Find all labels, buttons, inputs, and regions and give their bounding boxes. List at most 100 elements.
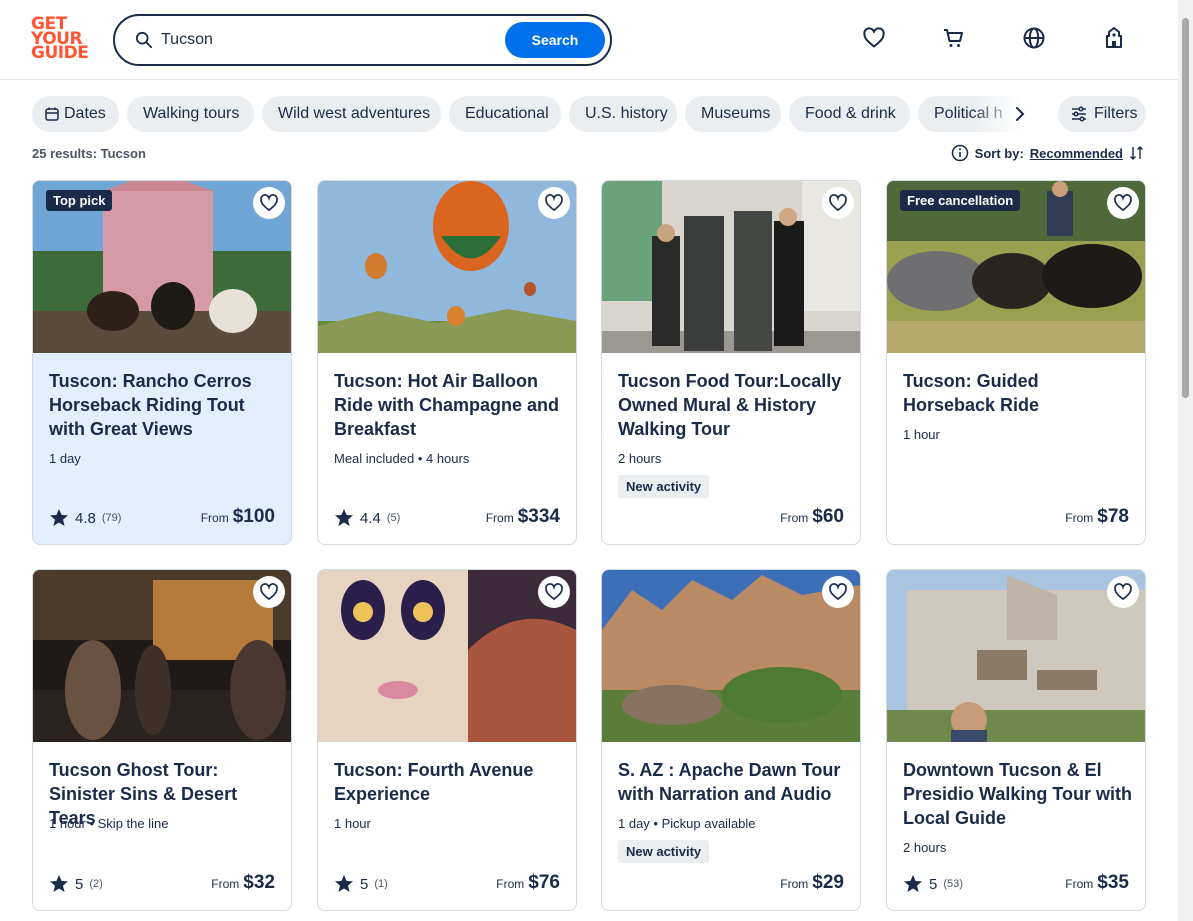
activity-card[interactable]: S. AZ : Apache Dawn Tour with Narration … — [601, 569, 861, 911]
price-value: $35 — [1097, 872, 1129, 893]
activity-image: Top pick — [33, 181, 291, 353]
activity-image — [33, 570, 291, 742]
search-bar: Search — [113, 14, 612, 66]
price-value: $60 — [812, 506, 844, 527]
heart-icon[interactable] — [862, 26, 886, 50]
chip-wild-west[interactable]: Wild west adventures — [262, 96, 441, 132]
card-rating: 5 (53) — [903, 874, 963, 894]
card-duration: 1 day • Pickup available — [618, 816, 756, 831]
card-title[interactable]: Tuscon: Rancho Cerros Horseback Riding T… — [49, 369, 281, 441]
price-value: $334 — [517, 506, 560, 527]
card-badge: Top pick — [46, 190, 113, 211]
wishlist-heart-icon[interactable] — [538, 187, 570, 219]
price-value: $78 — [1097, 506, 1129, 527]
price-value: $76 — [528, 872, 560, 893]
price-from-label: From — [1065, 511, 1094, 525]
info-icon[interactable] — [951, 144, 969, 162]
account-icon[interactable] — [1102, 26, 1126, 50]
star-icon — [50, 875, 68, 892]
price-from-label: From — [780, 511, 809, 525]
calendar-icon — [45, 107, 59, 121]
review-count: (53) — [943, 878, 963, 890]
card-title[interactable]: Downtown Tucson & El Presidio Walking To… — [903, 758, 1135, 830]
wishlist-heart-icon[interactable] — [822, 187, 854, 219]
chevron-right-icon[interactable] — [1010, 104, 1030, 124]
search-icon — [135, 31, 153, 49]
wishlist-heart-icon[interactable] — [1107, 576, 1139, 608]
card-rating: 5 (2) — [49, 874, 103, 894]
sort-label: Sort by: — [974, 145, 1024, 161]
rating-value: 4.4 — [360, 509, 381, 527]
chip-food-drink[interactable]: Food & drink — [789, 96, 910, 132]
new-activity-tag: New activity — [618, 840, 710, 863]
wishlist-heart-icon[interactable] — [822, 576, 854, 608]
sort-arrows-icon[interactable] — [1129, 145, 1145, 161]
activity-image — [602, 570, 860, 742]
sliders-icon — [1072, 106, 1086, 122]
card-title[interactable]: Tucson: Guided Horseback Ride — [903, 369, 1135, 417]
header: GET YOUR GUIDE Search — [0, 0, 1178, 80]
card-duration: 1 hour — [903, 427, 940, 442]
price-value: $100 — [232, 506, 275, 527]
activity-card[interactable]: Tucson: Fourth Avenue Experience 1 hour … — [317, 569, 577, 911]
card-price: From $76 — [496, 872, 560, 894]
card-duration: 1 hour — [334, 816, 371, 831]
globe-icon[interactable] — [1022, 26, 1046, 50]
star-icon — [904, 875, 922, 892]
activity-card[interactable]: Downtown Tucson & El Presidio Walking To… — [886, 569, 1146, 911]
rating-value: 5 — [360, 875, 369, 893]
price-from-label: From — [200, 511, 229, 525]
activity-card[interactable]: Free cancellation Tucson: Guided Horseba… — [886, 180, 1146, 545]
scrollbar-thumb[interactable] — [1182, 18, 1189, 398]
wishlist-heart-icon[interactable] — [253, 576, 285, 608]
chip-museums[interactable]: Museums — [685, 96, 781, 132]
card-title[interactable]: Tucson: Hot Air Balloon Ride with Champa… — [334, 369, 566, 441]
chip-walking-tours[interactable]: Walking tours — [127, 96, 254, 132]
star-icon — [335, 875, 353, 892]
getyourguide-logo[interactable]: GET YOUR GUIDE — [31, 16, 91, 63]
card-price: From $60 — [780, 506, 844, 528]
price-value: $29 — [812, 872, 844, 893]
activity-image — [887, 570, 1145, 742]
card-title[interactable]: Tucson: Fourth Avenue Experience — [334, 758, 566, 806]
card-title[interactable]: S. AZ : Apache Dawn Tour with Narration … — [618, 758, 850, 806]
category-chips: Dates Walking tours Wild west adventures… — [32, 96, 1042, 132]
rating-value: 5 — [75, 875, 84, 893]
card-rating: 4.8 (79) — [49, 508, 121, 528]
card-rating: 4.4 (5) — [334, 508, 400, 528]
wishlist-heart-icon[interactable] — [253, 187, 285, 219]
card-price: From $334 — [486, 506, 560, 528]
sort-bar: Sort by: Recommended — [951, 144, 1145, 162]
price-from-label: From — [211, 877, 240, 891]
search-input[interactable] — [161, 28, 501, 52]
star-icon — [335, 509, 353, 526]
activity-card[interactable]: Top pick Tuscon: Rancho Cerros Horseback… — [32, 180, 292, 545]
card-price: From $35 — [1065, 872, 1129, 894]
review-count: (2) — [89, 878, 103, 890]
activity-card[interactable]: Tucson Ghost Tour: Sinister Sins & Deser… — [32, 569, 292, 911]
card-title[interactable]: Tucson Food Tour:Locally Owned Mural & H… — [618, 369, 850, 441]
card-duration: Meal included • 4 hours — [334, 451, 470, 466]
price-from-label: From — [1065, 877, 1094, 891]
chip-us-history[interactable]: U.S. history — [569, 96, 677, 132]
search-button[interactable]: Search — [505, 22, 605, 58]
page-scrollbar[interactable] — [1178, 0, 1193, 921]
chip-educational[interactable]: Educational — [449, 96, 561, 132]
card-duration: 2 hours — [903, 840, 947, 855]
card-badge: Free cancellation — [900, 190, 1021, 211]
card-duration: 2 hours — [618, 451, 662, 466]
card-price: From $32 — [211, 872, 275, 894]
activity-card[interactable]: Tucson: Hot Air Balloon Ride with Champa… — [317, 180, 577, 545]
wishlist-heart-icon[interactable] — [1107, 187, 1139, 219]
sort-dropdown[interactable]: Recommended — [1030, 146, 1123, 161]
filters-button[interactable]: Filters — [1058, 96, 1146, 132]
activity-card[interactable]: Tucson Food Tour:Locally Owned Mural & H… — [601, 180, 861, 545]
chips-fade — [972, 96, 1042, 132]
logo-line-3: GUIDE — [31, 43, 89, 63]
activity-image: Free cancellation — [887, 181, 1145, 353]
wishlist-heart-icon[interactable] — [538, 576, 570, 608]
chip-dates[interactable]: Dates — [32, 96, 119, 132]
price-from-label: From — [496, 877, 525, 891]
cart-icon[interactable] — [942, 26, 966, 50]
chip-dates-label: Dates — [64, 105, 106, 122]
